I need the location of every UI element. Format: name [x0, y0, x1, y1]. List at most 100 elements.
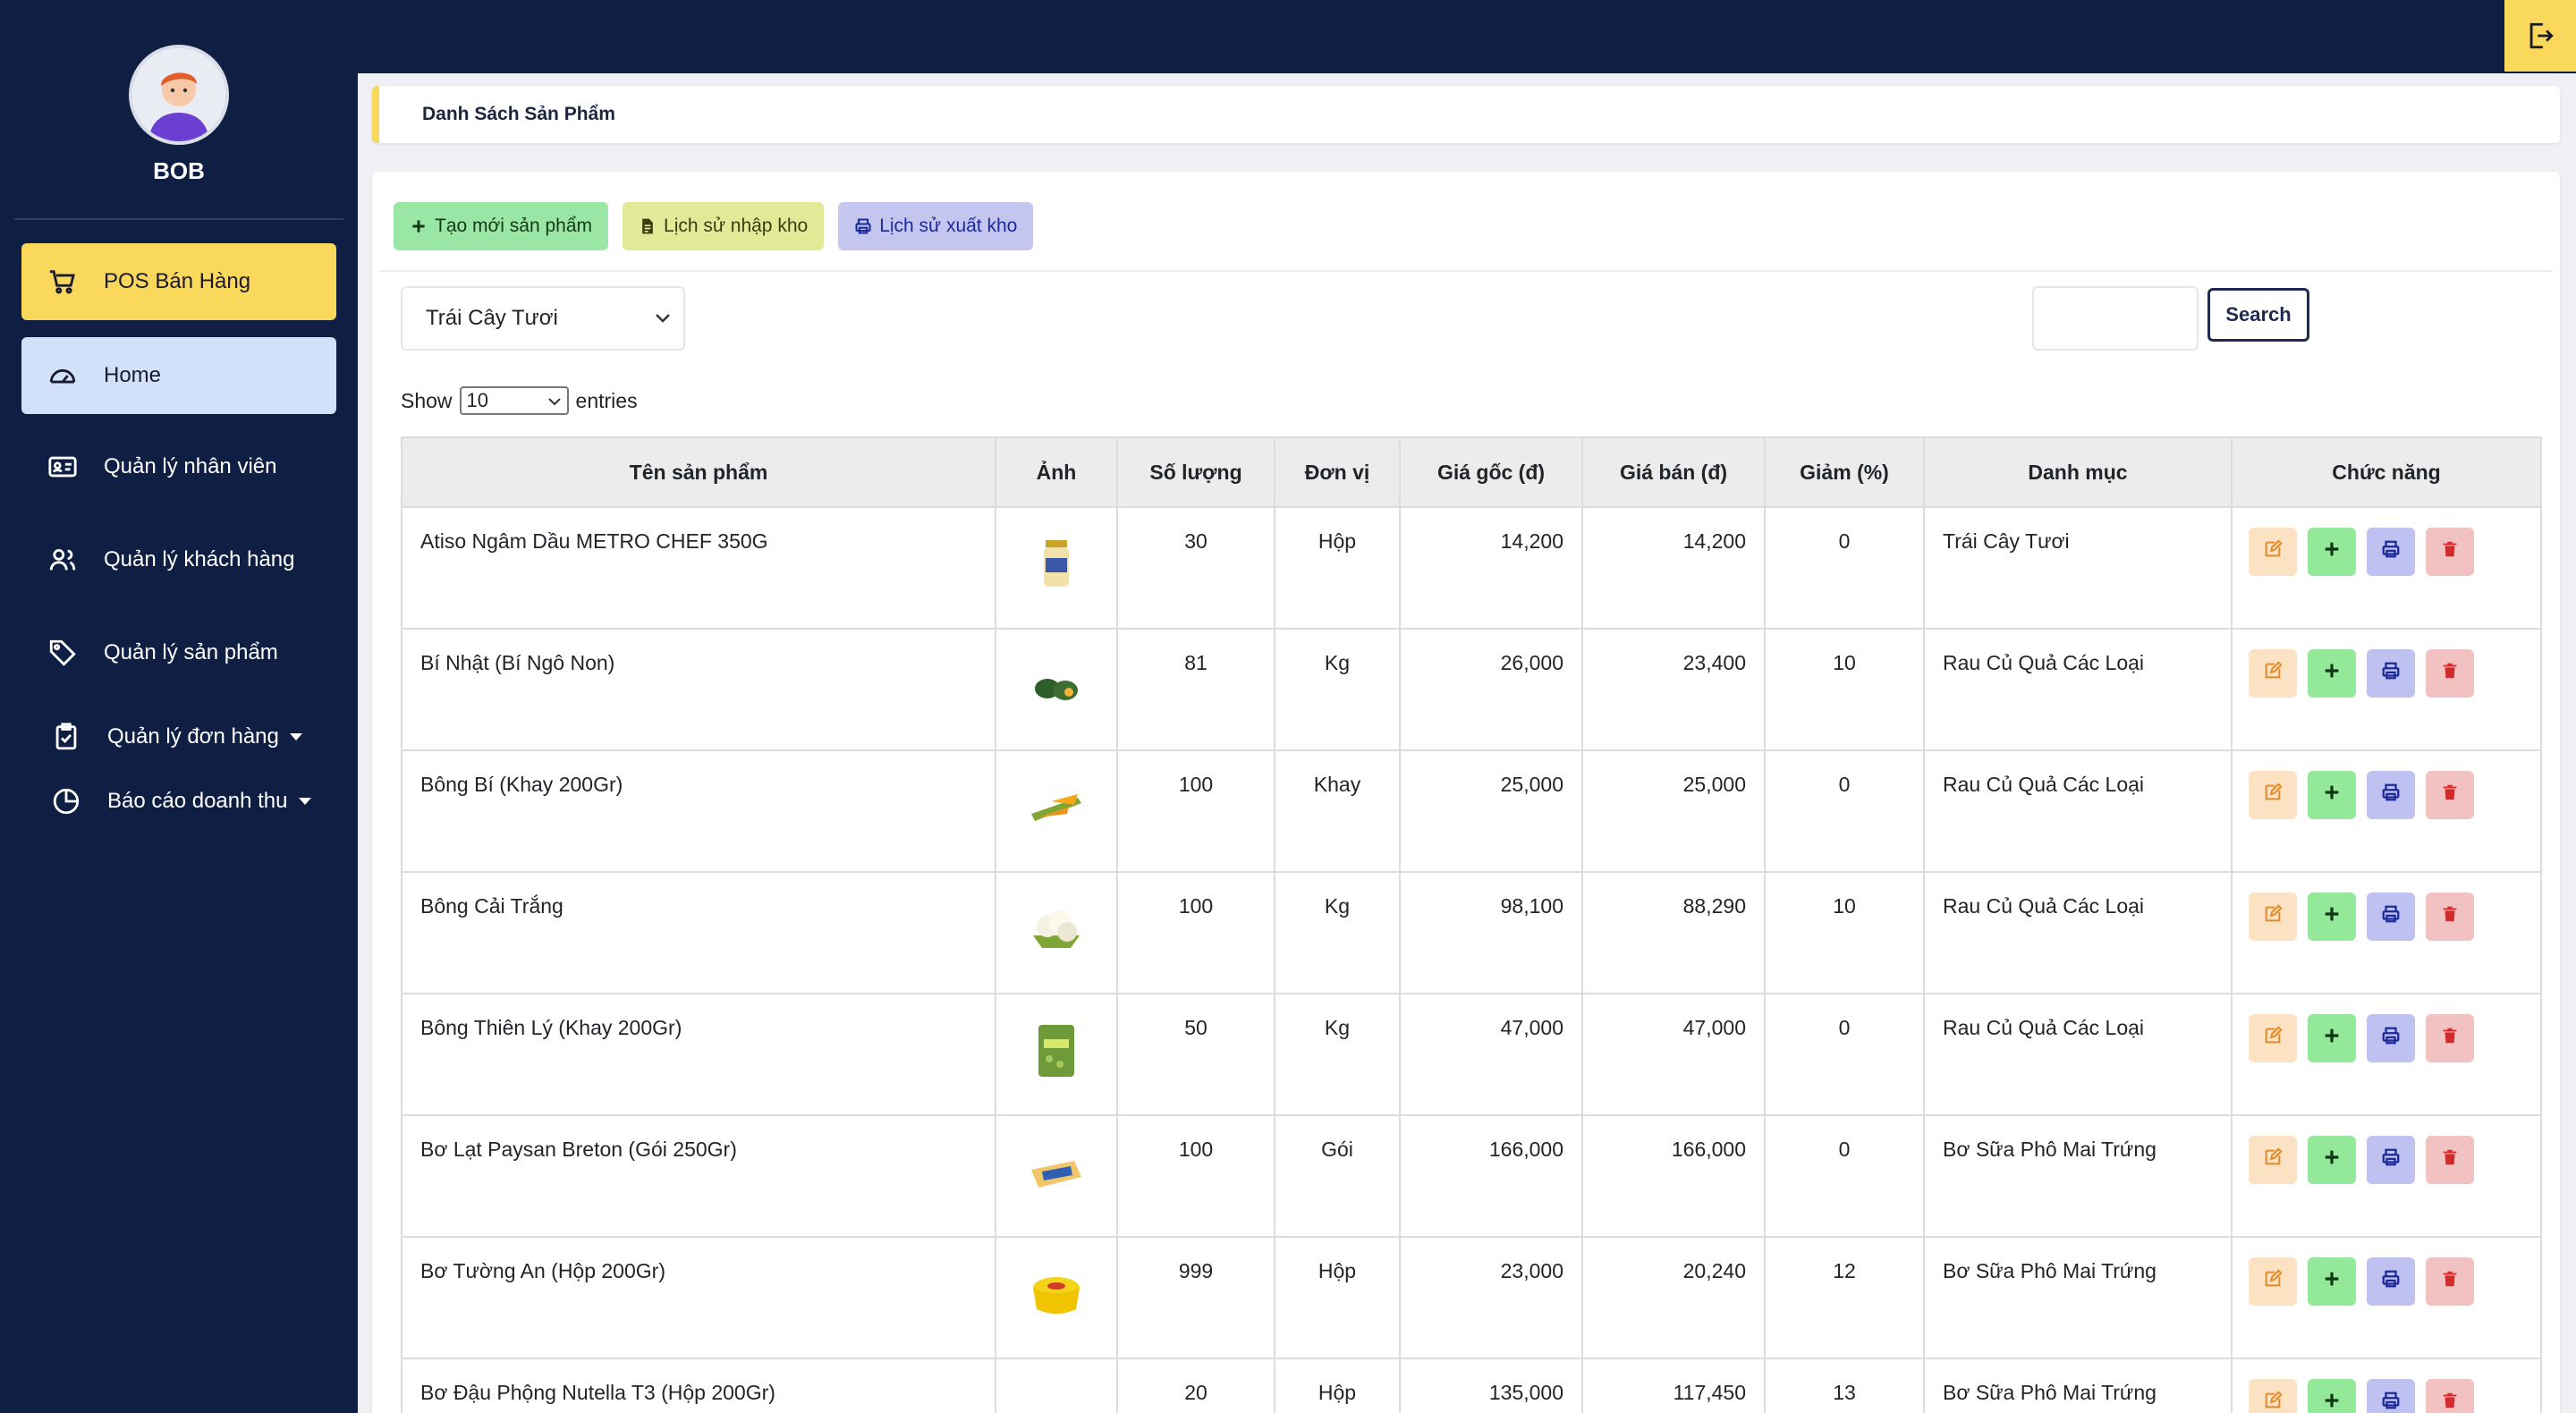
- search-button[interactable]: Search: [2207, 288, 2309, 342]
- print-icon: [2381, 783, 2401, 808]
- import-history-button[interactable]: Lịch sử nhập kho: [623, 202, 825, 250]
- sidebar-item-products[interactable]: Quản lý sản phẩm: [21, 626, 336, 680]
- edit-button[interactable]: [2249, 1257, 2297, 1306]
- product-quantity: 999: [1116, 1236, 1275, 1359]
- product-thumbnail: [1024, 1261, 1089, 1325]
- product-thumbnail: [1024, 1383, 1089, 1413]
- sidebar-item-revenue[interactable]: Báo cáo doanh thu: [21, 774, 336, 828]
- edit-icon: [2263, 661, 2283, 686]
- edit-button[interactable]: [2249, 649, 2297, 698]
- product-category: Rau Củ Quả Các Loại: [1923, 628, 2233, 751]
- col-header-quantity[interactable]: Số lượng: [1116, 436, 1275, 508]
- create-product-button[interactable]: Tạo mới sản phẩm: [394, 202, 609, 250]
- edit-button[interactable]: [2249, 528, 2297, 576]
- sidebar-item-employees[interactable]: Quản lý nhân viên: [21, 440, 336, 494]
- product-image-cell: [995, 993, 1118, 1116]
- add-stock-button[interactable]: [2308, 1379, 2356, 1413]
- edit-icon: [2263, 1147, 2283, 1172]
- create-product-label: Tạo mới sản phẩm: [435, 216, 593, 236]
- entries-select[interactable]: 10: [459, 386, 569, 415]
- print-button[interactable]: [2367, 649, 2415, 698]
- product-image-cell: [995, 1358, 1118, 1413]
- sidebar-item-customers[interactable]: Quản lý khách hàng: [21, 533, 336, 587]
- avatar[interactable]: [129, 45, 229, 145]
- add-stock-button[interactable]: [2308, 1257, 2356, 1306]
- col-header-image[interactable]: Ảnh: [995, 436, 1118, 508]
- add-stock-button[interactable]: [2308, 649, 2356, 698]
- sidebar-item-orders[interactable]: Quản lý đơn hàng: [21, 710, 336, 764]
- product-sale-price: 166,000: [1581, 1114, 1766, 1238]
- sidebar-item-home[interactable]: Home: [21, 337, 336, 414]
- add-stock-button[interactable]: [2308, 1014, 2356, 1062]
- product-cost-price: 47,000: [1399, 993, 1583, 1116]
- product-name: Bông Thiên Lý (Khay 200Gr): [401, 993, 996, 1116]
- add-stock-button[interactable]: [2308, 1136, 2356, 1184]
- product-discount: 13: [1764, 1358, 1925, 1413]
- product-cost-price: 135,000: [1399, 1358, 1583, 1413]
- chevron-down-icon: [298, 798, 311, 805]
- product-discount: 0: [1764, 749, 1925, 873]
- print-button[interactable]: [2367, 1379, 2415, 1413]
- delete-button[interactable]: [2426, 1136, 2474, 1184]
- product-name: Bơ Tường An (Hộp 200Gr): [401, 1236, 996, 1359]
- delete-button[interactable]: [2426, 1257, 2474, 1306]
- product-sale-price: 88,290: [1581, 871, 1766, 994]
- edit-button[interactable]: [2249, 771, 2297, 819]
- export-history-button[interactable]: Lịch sử xuất kho: [838, 202, 1034, 250]
- plus-icon: [2322, 1391, 2342, 1413]
- table-row: Atiso Ngâm Dầu METRO CHEF 350G 30 Hộp 14,20…: [401, 506, 2542, 630]
- product-category: Bơ Sữa Phô Mai Trứng: [1923, 1358, 2233, 1413]
- edit-button[interactable]: [2249, 1014, 2297, 1062]
- col-header-name[interactable]: Tên sản phẩm: [401, 436, 996, 508]
- trash-icon: [2440, 661, 2460, 686]
- user-avatar-icon: [132, 48, 225, 141]
- edit-button[interactable]: [2249, 893, 2297, 941]
- print-button[interactable]: [2367, 1136, 2415, 1184]
- product-list-card: Tạo mới sản phẩm Lịch sử nhập kho Lịch s…: [372, 172, 2560, 1413]
- product-sale-price: 47,000: [1581, 993, 1766, 1116]
- col-header-cost-price[interactable]: Giá gốc (đ): [1399, 436, 1583, 508]
- product-category: Bơ Sữa Phô Mai Trứng: [1923, 1114, 2233, 1238]
- actions-cell: [2231, 871, 2542, 994]
- edit-icon: [2263, 1026, 2283, 1051]
- col-header-sale-price[interactable]: Giá bán (đ): [1581, 436, 1766, 508]
- print-button[interactable]: [2367, 528, 2415, 576]
- print-icon: [2381, 1269, 2401, 1294]
- product-image-cell: [995, 749, 1118, 873]
- delete-button[interactable]: [2426, 771, 2474, 819]
- delete-button[interactable]: [2426, 1379, 2474, 1413]
- print-button[interactable]: [2367, 1257, 2415, 1306]
- add-stock-button[interactable]: [2308, 528, 2356, 576]
- col-header-category[interactable]: Danh mục: [1923, 436, 2233, 508]
- product-discount: 10: [1764, 628, 1925, 751]
- edit-button[interactable]: [2249, 1379, 2297, 1413]
- logout-button[interactable]: [2504, 0, 2576, 72]
- product-thumbnail: [1024, 896, 1089, 960]
- category-select[interactable]: Trái Cây Tươi: [401, 286, 685, 351]
- product-thumbnail: [1024, 531, 1089, 596]
- product-unit: Kg: [1274, 628, 1401, 751]
- print-icon: [2381, 904, 2401, 929]
- tag-icon: [45, 635, 80, 671]
- search-input[interactable]: [2032, 286, 2199, 351]
- product-category: Rau Củ Quả Các Loại: [1923, 871, 2233, 994]
- plus-icon: [2322, 539, 2342, 564]
- delete-button[interactable]: [2426, 649, 2474, 698]
- delete-button[interactable]: [2426, 893, 2474, 941]
- print-button[interactable]: [2367, 771, 2415, 819]
- product-image-cell: [995, 1114, 1118, 1238]
- product-cost-price: 98,100: [1399, 871, 1583, 994]
- add-stock-button[interactable]: [2308, 893, 2356, 941]
- sidebar-item-pos[interactable]: POS Bán Hàng: [21, 243, 336, 320]
- delete-button[interactable]: [2426, 528, 2474, 576]
- top-bar: [358, 0, 2576, 73]
- edit-button[interactable]: [2249, 1136, 2297, 1184]
- delete-button[interactable]: [2426, 1014, 2474, 1062]
- add-stock-button[interactable]: [2308, 771, 2356, 819]
- print-button[interactable]: [2367, 1014, 2415, 1062]
- col-header-unit[interactable]: Đơn vị: [1274, 436, 1401, 508]
- product-unit: Gói: [1274, 1114, 1401, 1238]
- plus-icon: [2322, 783, 2342, 808]
- col-header-discount[interactable]: Giảm (%): [1764, 436, 1925, 508]
- print-button[interactable]: [2367, 893, 2415, 941]
